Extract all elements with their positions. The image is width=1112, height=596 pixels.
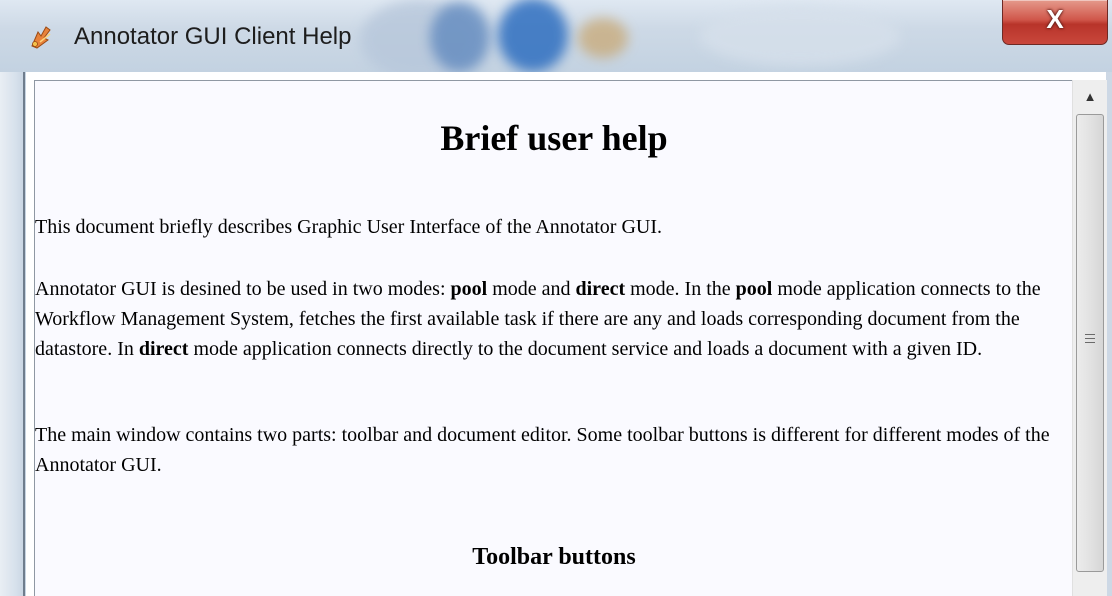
- scroll-thumb-grip-icon: [1085, 334, 1095, 344]
- scroll-thumb[interactable]: [1076, 114, 1104, 572]
- bold-term: direct: [575, 278, 626, 300]
- vertical-scrollbar[interactable]: ▲: [1072, 80, 1107, 596]
- background-blur: [430, 2, 490, 72]
- background-blur: [700, 6, 900, 66]
- section-heading-toolbar-buttons: Toolbar buttons: [472, 544, 636, 570]
- modes-paragraph: Annotator GUI is desined to be used in t…: [35, 278, 1041, 360]
- title-bar[interactable]: Annotator GUI Client Help X: [0, 0, 1112, 72]
- page-title: Brief user help: [440, 118, 668, 158]
- main-window-paragraph: The main window contains two parts: tool…: [35, 424, 1050, 476]
- scroll-up-arrow-icon: ▲: [1083, 88, 1097, 104]
- background-blur: [578, 18, 628, 58]
- bold-term: pool: [450, 278, 488, 300]
- intro-paragraph: This document briefly describes Graphic …: [35, 216, 663, 238]
- close-button[interactable]: X: [1002, 0, 1108, 45]
- scroll-up-button[interactable]: ▲: [1073, 80, 1107, 112]
- background-blur: [498, 0, 568, 72]
- bold-term: pool: [735, 278, 773, 300]
- help-content: Brief user help This document briefly de…: [34, 80, 1073, 596]
- close-icon: X: [1046, 4, 1064, 34]
- help-window: Annotator GUI Client Help X Brief user h…: [0, 0, 1112, 596]
- window-title: Annotator GUI Client Help: [74, 23, 352, 50]
- annotator-app-icon: [31, 26, 51, 49]
- window-frame-edge: [23, 72, 25, 596]
- bold-term: direct: [138, 338, 189, 360]
